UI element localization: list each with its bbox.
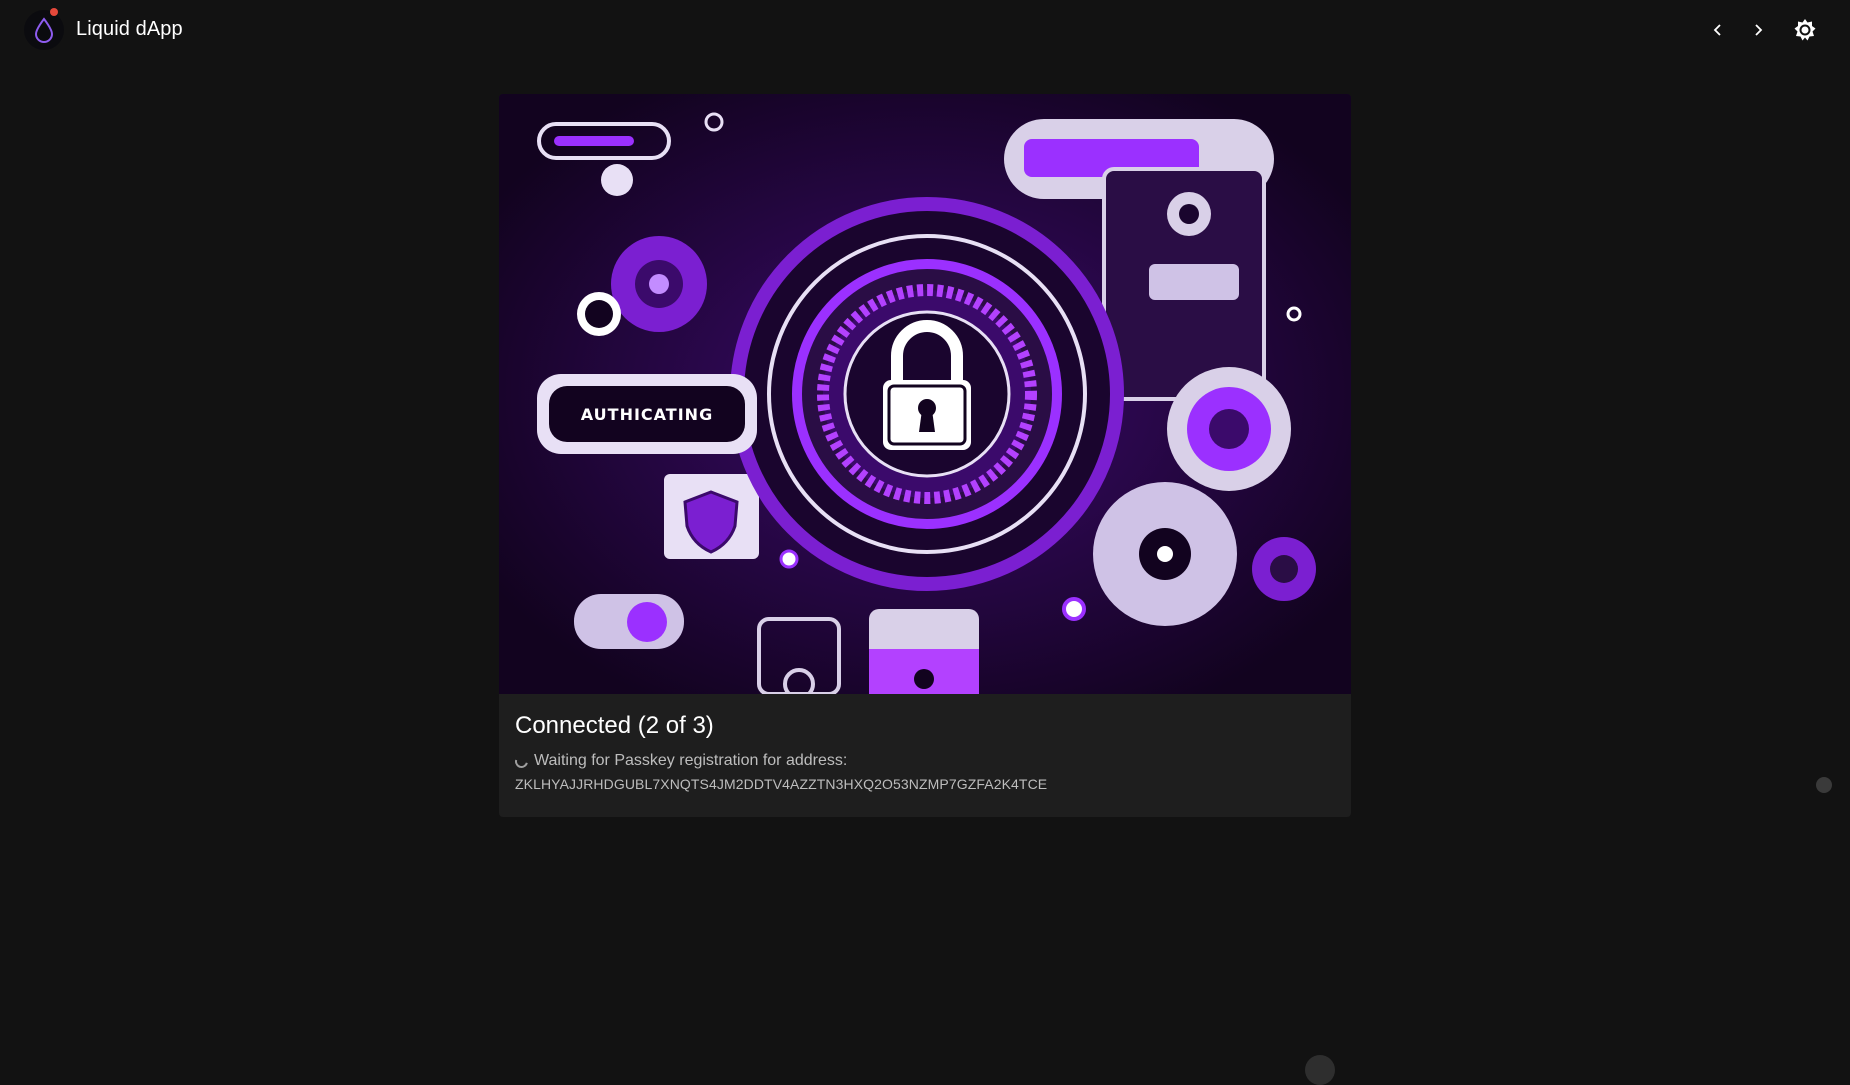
- connection-status-title: Connected (2 of 3): [515, 712, 714, 739]
- status-line: Waiting for Passkey registration for add…: [512, 752, 848, 770]
- hero-badge-text: AUTHICATING: [581, 405, 713, 424]
- hero-illustration: AUTHICATING: [499, 94, 1351, 694]
- spinner-icon: [512, 752, 531, 770]
- back-button[interactable]: [1700, 12, 1736, 48]
- chevron-right-icon: [1755, 24, 1763, 36]
- status-text: Waiting for Passkey registration for add…: [534, 752, 848, 769]
- app-logo[interactable]: [24, 8, 64, 50]
- water-drop-icon: [34, 17, 54, 43]
- security-illustration: AUTHICATING: [499, 94, 1351, 694]
- forward-button[interactable]: [1740, 12, 1776, 48]
- app-bar: Liquid dApp: [0, 0, 1850, 60]
- scroll-indicator[interactable]: [1816, 777, 1832, 793]
- app-title: Liquid dApp: [76, 18, 183, 40]
- floating-action-button[interactable]: [1305, 1055, 1335, 1085]
- connection-card: AUTHICATING Connected (2 of 3) Waiting f…: [499, 94, 1351, 817]
- chevron-left-icon: [1713, 24, 1721, 36]
- brightness-icon: [1794, 19, 1816, 41]
- notification-dot: [50, 8, 58, 16]
- wallet-address: ZKLHYAJJRHDGUBL7XNQTS4JM2DDTV4AZZTN3HXQ2…: [515, 776, 1048, 792]
- theme-toggle-button[interactable]: [1787, 12, 1823, 48]
